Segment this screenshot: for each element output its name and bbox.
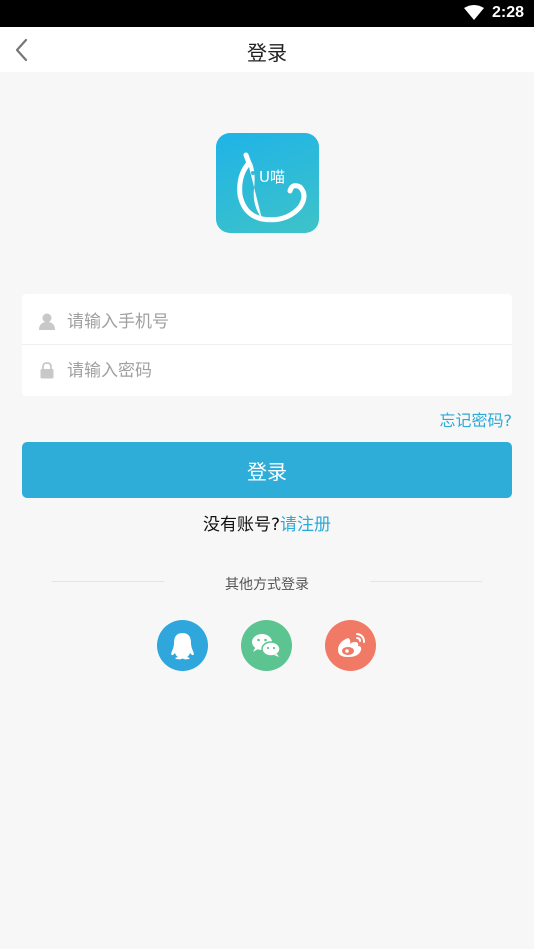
phone-input[interactable] (67, 304, 497, 340)
password-input[interactable] (67, 353, 497, 389)
password-row (22, 344, 512, 394)
weibo-login-button[interactable] (325, 620, 376, 671)
page-title: 登录 (247, 41, 287, 65)
status-bar: 2:28 (0, 0, 534, 27)
wechat-icon (252, 634, 281, 657)
user-icon (39, 313, 55, 330)
logo-text: U喵 (259, 168, 285, 186)
cat-logo-icon: U喵 (237, 152, 307, 223)
lock-icon (40, 362, 54, 379)
wechat-login-button[interactable] (241, 620, 292, 671)
other-login-label: 其他方式登录 (225, 577, 309, 593)
app-logo: U喵 (216, 133, 319, 233)
login-form (22, 294, 512, 396)
qq-icon (171, 633, 194, 660)
wifi-icon (464, 5, 484, 20)
phone-row (22, 296, 512, 346)
forgot-password-link[interactable]: 忘记密码? (440, 407, 513, 431)
divider-line-right (370, 581, 482, 582)
status-time: 2:28 (491, 4, 524, 21)
nav-bar: 登录 (0, 27, 534, 72)
register-prompt: 没有账号? (202, 515, 281, 535)
login-button[interactable]: 登录 (22, 442, 512, 498)
qq-login-button[interactable] (157, 620, 208, 671)
register-line: 没有账号?请注册 (0, 510, 534, 535)
other-login-divider: 其他方式登录 (52, 572, 482, 593)
weibo-icon (338, 633, 365, 657)
register-link[interactable]: 请注册 (280, 515, 331, 535)
